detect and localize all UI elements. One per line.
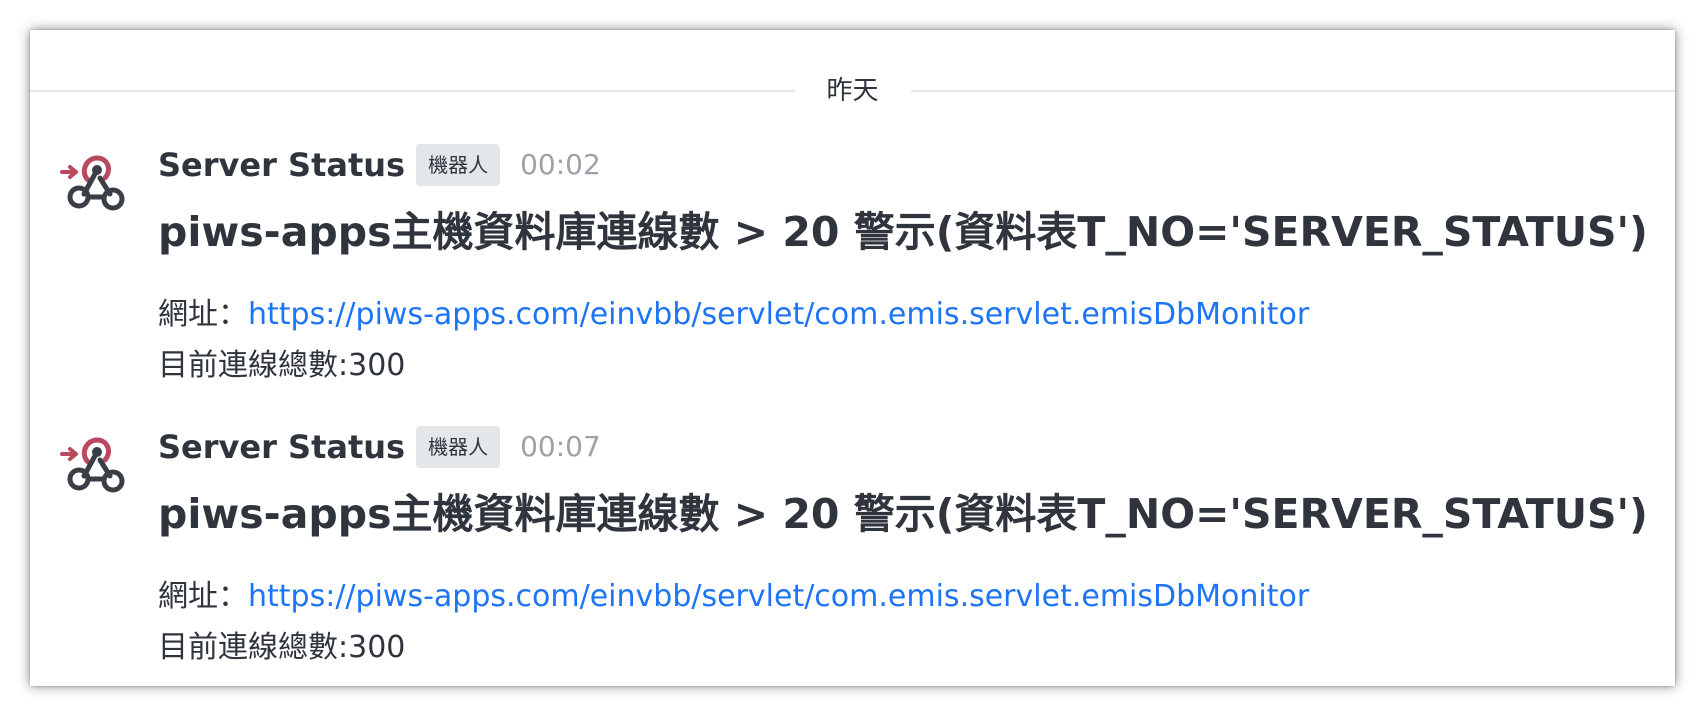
message-item: Server Status 機器人 00:02 piws-apps主機資料庫連線… [30,130,1675,400]
url-line: 網址：https://piws-apps.com/einvbb/servlet/… [158,577,1309,617]
message-title: piws-apps主機資料庫連線數 > 20 警示(資料表T_NO='SERVE… [158,208,1648,256]
connection-count: 目前連線總數:300 [158,630,406,665]
webhook-icon[interactable] [60,432,126,498]
sender-name[interactable]: Server Status [158,427,405,467]
day-divider-label: 昨天 [794,76,911,106]
message-title: piws-apps主機資料庫連線數 > 20 警示(資料表T_NO='SERVE… [158,490,1648,538]
monitor-link[interactable]: https://piws-apps.com/einvbb/servlet/com… [248,297,1309,332]
url-line: 網址：https://piws-apps.com/einvbb/servlet/… [158,295,1309,335]
message-header: Server Status 機器人 00:07 [158,424,601,470]
bot-badge: 機器人 [416,144,501,186]
message-header: Server Status 機器人 00:02 [158,142,601,188]
message-item: Server Status 機器人 00:07 piws-apps主機資料庫連線… [30,412,1675,682]
message-time: 00:07 [520,430,601,463]
message-list: 昨天 Server Status 機器人 00:02 piws-apps主機資料… [30,30,1675,686]
bot-badge: 機器人 [416,426,501,468]
url-label: 網址： [158,297,248,332]
sender-name[interactable]: Server Status [158,145,405,185]
connection-count: 目前連線總數:300 [158,348,406,383]
monitor-link[interactable]: https://piws-apps.com/einvbb/servlet/com… [248,579,1309,614]
message-time: 00:02 [520,148,601,181]
url-label: 網址： [158,579,248,614]
webhook-icon[interactable] [60,150,126,216]
